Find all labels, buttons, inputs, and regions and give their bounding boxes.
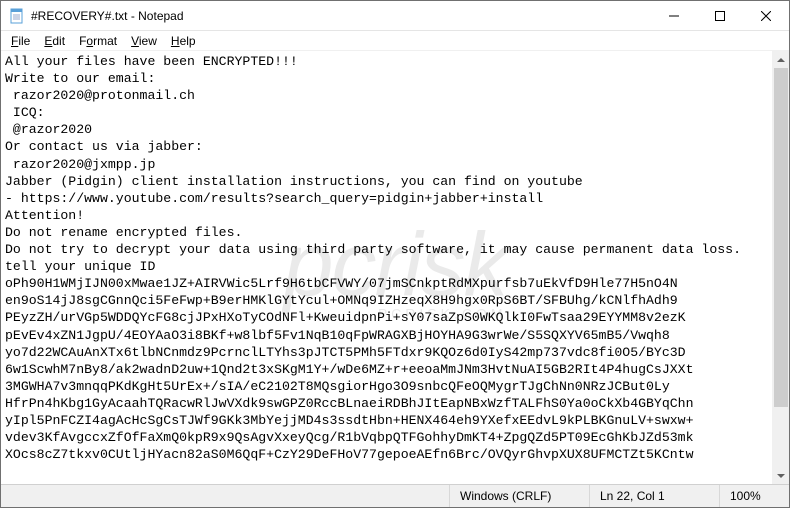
minimize-icon: [669, 11, 679, 21]
chevron-down-icon: [777, 472, 785, 480]
text-line: pEvEv4xZN1JgpU/4EOYAaO3i8BKf+w8lbf5Fv1Nq…: [5, 327, 768, 344]
notepad-window: #RECOVERY#.txt - Notepad File Edit Forma…: [0, 0, 790, 508]
statusbar: Windows (CRLF) Ln 22, Col 1 100%: [1, 484, 789, 507]
menu-format[interactable]: Format: [73, 33, 123, 49]
window-controls: [651, 1, 789, 30]
maximize-icon: [715, 11, 725, 21]
scroll-track[interactable]: [773, 68, 789, 467]
text-line: en9oS14jJ8sgCGnnQci5FeFwp+B9erHMKlGYtYcu…: [5, 292, 768, 309]
scroll-thumb[interactable]: [774, 68, 788, 407]
status-position: Ln 22, Col 1: [589, 485, 719, 507]
menu-file[interactable]: File: [5, 33, 36, 49]
minimize-button[interactable]: [651, 1, 697, 30]
text-line: Or contact us via jabber:: [5, 138, 768, 155]
text-line: ICQ:: [5, 104, 768, 121]
text-line: oPh90H1WMjIJN00xMwae1JZ+AIRVWic5Lrf9H6tb…: [5, 275, 768, 292]
text-line: yIpl5PnFCZI4agAcHcSgCsTJWf9GKk3MbYejjMD4…: [5, 412, 768, 429]
text-content[interactable]: All your files have been ENCRYPTED!!!Wri…: [1, 51, 772, 484]
menu-view[interactable]: View: [125, 33, 163, 49]
menu-edit[interactable]: Edit: [38, 33, 71, 49]
titlebar-left: #RECOVERY#.txt - Notepad: [1, 8, 184, 24]
text-line: Write to our email:: [5, 70, 768, 87]
text-line: razor2020@protonmail.ch: [5, 87, 768, 104]
close-icon: [761, 11, 771, 21]
text-line: HfrPn4hKbg1GyAcaahTQRacwRlJwVXdk9swGPZ0R…: [5, 395, 768, 412]
text-line: PEyzZH/urVGp5WDDQYcFG8cjJPxHXoTyCOdNFl+K…: [5, 309, 768, 326]
titlebar[interactable]: #RECOVERY#.txt - Notepad: [1, 1, 789, 31]
menubar: File Edit Format View Help: [1, 31, 789, 51]
menu-help[interactable]: Help: [165, 33, 202, 49]
text-line: Jabber (Pidgin) client installation inst…: [5, 173, 768, 190]
text-line: Attention!: [5, 207, 768, 224]
notepad-icon: [9, 8, 25, 24]
window-title: #RECOVERY#.txt - Notepad: [31, 9, 184, 23]
text-line: @razor2020: [5, 121, 768, 138]
editor-area: All your files have been ENCRYPTED!!!Wri…: [1, 51, 789, 484]
text-line: Do not try to decrypt your data using th…: [5, 241, 768, 258]
text-line: 3MGWHA7v3mnqqPKdKgHt5UrEx+/sIA/eC2102T8M…: [5, 378, 768, 395]
text-line: All your files have been ENCRYPTED!!!: [5, 53, 768, 70]
text-line: yo7d22WCAuAnXTx6tlbNCnmdz9PcrnclLTYhs3pJ…: [5, 344, 768, 361]
close-button[interactable]: [743, 1, 789, 30]
maximize-button[interactable]: [697, 1, 743, 30]
text-line: tell your unique ID: [5, 258, 768, 275]
status-spacer: [1, 485, 449, 507]
scroll-up-button[interactable]: [773, 51, 789, 68]
status-zoom: 100%: [719, 485, 789, 507]
text-line: 6w1ScwhM7nBy8/ak2wadnD2uw+1Qnd2t3xSKgM1Y…: [5, 361, 768, 378]
text-line: Do not rename encrypted files.: [5, 224, 768, 241]
scroll-down-button[interactable]: [773, 467, 789, 484]
text-line: vdev3KfAvgccxZfOfFaXmQ0kpR9x9QsAgvXxeyQc…: [5, 429, 768, 446]
text-line: razor2020@jxmpp.jp: [5, 156, 768, 173]
vertical-scrollbar[interactable]: [772, 51, 789, 484]
chevron-up-icon: [777, 56, 785, 64]
status-encoding: Windows (CRLF): [449, 485, 589, 507]
text-line: XOcs8cZ7tkxv0CUtljHYacn82aS0M6QqF+CzY29D…: [5, 446, 768, 463]
text-line: - https://www.youtube.com/results?search…: [5, 190, 768, 207]
